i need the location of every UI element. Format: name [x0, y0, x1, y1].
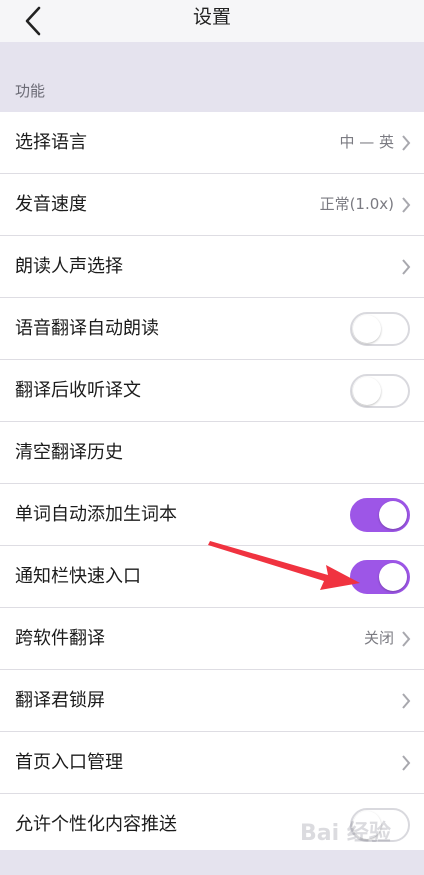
setting-value: 关闭: [363, 629, 394, 647]
settings-list: 选择语言 中 — 英 发音速度 正常(1.0x) 朗读人声选择 语音翻译自动朗读…: [0, 112, 424, 855]
setting-row-clear-history[interactable]: 清空翻译历史: [0, 422, 424, 484]
bottom-gray-area: [0, 850, 424, 875]
page-title: 设置: [192, 6, 231, 28]
setting-row-cross-app-translation[interactable]: 跨软件翻译 关闭: [0, 608, 424, 670]
auto-add-vocabulary-toggle[interactable]: [350, 498, 410, 532]
notification-shortcut-toggle[interactable]: [350, 560, 410, 594]
navigation-bar: 设置: [0, 0, 424, 42]
setting-row-notification-shortcut: 通知栏快速入口: [0, 546, 424, 608]
setting-label: 单词自动添加生词本: [15, 504, 177, 525]
setting-row-home-entry-management[interactable]: 首页入口管理: [0, 732, 424, 794]
setting-label: 首页入口管理: [15, 752, 123, 773]
section-title: 功能: [15, 82, 46, 100]
toggle-knob: [379, 563, 407, 591]
setting-value: 正常(1.0x): [319, 195, 394, 213]
setting-row-auto-add-vocabulary: 单词自动添加生词本: [0, 484, 424, 546]
chevron-right-icon: [402, 631, 411, 647]
chevron-right-icon: [402, 755, 411, 771]
chevron-right-icon: [402, 197, 411, 213]
chevron-right-icon: [402, 135, 411, 151]
setting-value: 中 — 英: [339, 133, 394, 151]
personalized-content-toggle[interactable]: [350, 808, 410, 842]
chevron-right-icon: [402, 693, 411, 709]
setting-label: 翻译君锁屏: [15, 690, 105, 711]
toggle-knob: [353, 377, 381, 405]
setting-label: 语音翻译自动朗读: [15, 318, 159, 339]
settings-screen: 设置 功能 选择语言 中 — 英 发音速度 正常(1.0x) 朗读人声选择 语音…: [0, 0, 424, 875]
setting-label: 允许个性化内容推送: [15, 814, 177, 835]
setting-label: 发音速度: [15, 194, 87, 215]
setting-label: 通知栏快速入口: [15, 566, 141, 587]
setting-row-speech-speed[interactable]: 发音速度 正常(1.0x): [0, 174, 424, 236]
setting-label: 朗读人声选择: [15, 256, 123, 277]
setting-label: 选择语言: [15, 132, 87, 153]
setting-label: 跨软件翻译: [15, 628, 105, 649]
setting-row-listen-translation: 翻译后收听译文: [0, 360, 424, 422]
setting-row-lock-screen[interactable]: 翻译君锁屏: [0, 670, 424, 732]
setting-row-personalized-content: 允许个性化内容推送: [0, 794, 424, 855]
auto-read-toggle[interactable]: [350, 312, 410, 346]
chevron-right-icon: [402, 259, 411, 275]
section-header: [0, 42, 424, 112]
setting-label: 清空翻译历史: [15, 442, 123, 463]
setting-row-language[interactable]: 选择语言 中 — 英: [0, 112, 424, 174]
setting-row-voice-selection[interactable]: 朗读人声选择: [0, 236, 424, 298]
setting-label: 翻译后收听译文: [15, 380, 141, 401]
toggle-knob: [353, 315, 381, 343]
listen-translation-toggle[interactable]: [350, 374, 410, 408]
toggle-knob: [353, 811, 381, 839]
toggle-knob: [379, 501, 407, 529]
setting-row-auto-read: 语音翻译自动朗读: [0, 298, 424, 360]
